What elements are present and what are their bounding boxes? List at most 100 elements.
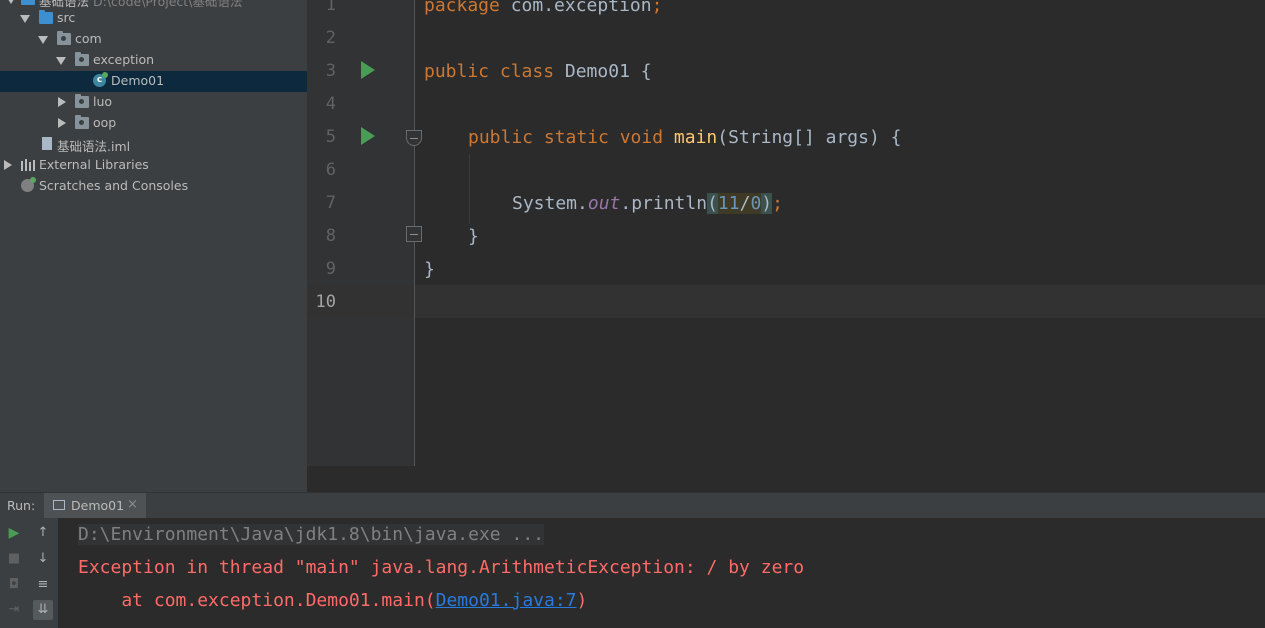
line-number: 5 xyxy=(325,127,336,147)
code-line-5: public static void main(String[] args) { xyxy=(468,127,902,148)
scratches-icon xyxy=(21,177,36,192)
tree-item-oop[interactable]: oop xyxy=(0,113,307,134)
class-declaration: Demo01 { xyxy=(554,61,652,82)
rerun-icon[interactable]: ▶ xyxy=(4,523,24,543)
tree-item-label: oop xyxy=(93,115,117,130)
expand-arrow-icon[interactable] xyxy=(38,36,48,44)
tree-item-label: luo xyxy=(93,94,113,109)
module-folder-icon xyxy=(21,0,35,5)
number-literal: 0 xyxy=(750,193,762,214)
expand-arrow-icon[interactable] xyxy=(20,15,30,23)
method-call: .println xyxy=(620,193,708,214)
close-tab-icon[interactable]: × xyxy=(127,497,138,512)
tree-item-label: exception xyxy=(93,52,155,67)
console-icon xyxy=(53,500,65,510)
tree-item-label: src xyxy=(57,10,76,25)
line-number: 1 xyxy=(325,0,336,15)
tree-item-label: 基础语法.iml xyxy=(57,139,131,154)
run-tool-window-header: Run: Demo01 × xyxy=(0,492,1265,519)
tree-item-iml[interactable]: 基础语法.iml xyxy=(0,134,307,155)
collapse-arrow-icon[interactable] xyxy=(58,118,66,128)
tree-item-demo01[interactable]: c Demo01 xyxy=(0,71,307,92)
paren-close: ) xyxy=(761,193,773,214)
line-number: 4 xyxy=(325,94,336,114)
paren-open: ( xyxy=(707,193,718,214)
package-name: com.exception xyxy=(499,0,652,16)
tree-item-src[interactable]: src xyxy=(0,8,307,29)
number-literal: 11 xyxy=(717,193,740,214)
tree-item-com[interactable]: com xyxy=(0,29,307,50)
code-line-9: } xyxy=(424,259,435,280)
line-number: 9 xyxy=(325,259,336,279)
tree-item-label: Demo01 xyxy=(111,73,165,88)
console-command-line: D:\Environment\Java\jdk1.8\bin\java.exe … xyxy=(78,524,544,545)
arrow-up-icon[interactable]: ↑ xyxy=(33,523,53,543)
line-number: 8 xyxy=(325,226,336,246)
keyword: public class xyxy=(424,61,555,82)
run-tab-label: Demo01 xyxy=(71,498,125,513)
fold-marker-icon[interactable] xyxy=(406,130,422,146)
line-number: 3 xyxy=(325,61,336,81)
method-name: main xyxy=(663,127,718,148)
run-main-gutter-icon[interactable] xyxy=(361,127,375,145)
library-icon xyxy=(21,159,35,171)
java-class-icon: c xyxy=(93,72,108,87)
keyword: public static void xyxy=(468,127,664,148)
tree-item-label: com xyxy=(75,31,102,46)
code-line-7: System.out.println(11/0); xyxy=(512,193,783,214)
tree-item-external-libraries[interactable]: External Libraries xyxy=(0,155,307,176)
console-exception-line: Exception in thread "main" java.lang.Ari… xyxy=(78,557,805,578)
line-number: 6 xyxy=(325,160,336,180)
collapse-arrow-icon[interactable] xyxy=(58,97,66,107)
indent-guide xyxy=(469,154,470,224)
exit-icon[interactable]: ⇥ xyxy=(4,600,24,620)
scroll-to-end-icon[interactable]: ⇊ xyxy=(33,600,53,620)
tree-item-exception[interactable]: exception xyxy=(0,50,307,71)
line-number: 7 xyxy=(325,193,336,213)
project-tree: 基础语法 D:\code\Project\基础语法 src com except… xyxy=(0,0,307,492)
arrow-down-icon[interactable]: ↓ xyxy=(33,549,53,569)
brace: } xyxy=(424,259,435,280)
current-line-highlight xyxy=(307,285,1265,318)
expand-arrow-icon[interactable] xyxy=(6,0,16,4)
tree-item-label: External Libraries xyxy=(39,157,149,172)
run-tab-demo01[interactable]: Demo01 × xyxy=(44,493,146,519)
stacktrace-suffix: ) xyxy=(576,590,588,611)
expand-arrow-icon[interactable] xyxy=(56,57,66,65)
run-label: Run: xyxy=(7,498,36,513)
package-icon xyxy=(75,52,89,66)
stacktrace-source-link[interactable]: Demo01.java:7 xyxy=(436,590,577,611)
operator: / xyxy=(739,193,751,214)
semicolon: ; xyxy=(651,0,663,16)
console-stacktrace-line: at com.exception.Demo01.main(Demo01.java… xyxy=(78,590,587,611)
tree-item-scratches[interactable]: Scratches and Consoles xyxy=(0,176,307,197)
line-number: 10 xyxy=(315,292,336,312)
code-line-1: package com.exception; xyxy=(424,0,662,16)
stop-icon[interactable]: ■ xyxy=(4,549,24,569)
semicolon: ; xyxy=(772,193,783,214)
editor-bottom-area xyxy=(0,466,1265,492)
code-line-8: } xyxy=(468,226,479,247)
brace: } xyxy=(468,226,479,247)
tree-item-label: Scratches and Consoles xyxy=(39,178,189,193)
tree-item-luo[interactable]: luo xyxy=(0,92,307,113)
package-icon xyxy=(75,115,89,129)
camera-icon[interactable]: ◘ xyxy=(4,575,24,595)
fold-marker-icon[interactable] xyxy=(406,226,422,242)
class-ref: System. xyxy=(512,193,588,214)
soft-wrap-icon[interactable]: ≡ xyxy=(33,575,53,595)
package-icon xyxy=(57,31,71,45)
method-params: (String[] args) { xyxy=(717,127,902,148)
console-output[interactable]: D:\Environment\Java\jdk1.8\bin\java.exe … xyxy=(58,518,1265,628)
package-icon xyxy=(75,94,89,108)
keyword: package xyxy=(424,0,500,16)
source-folder-icon xyxy=(39,10,53,24)
iml-file-icon xyxy=(42,137,52,150)
run-class-gutter-icon[interactable] xyxy=(361,61,375,79)
static-field: out xyxy=(587,193,621,214)
line-number: 2 xyxy=(325,28,336,48)
collapse-arrow-icon[interactable] xyxy=(4,160,12,170)
stacktrace-prefix: at com.exception.Demo01.main( xyxy=(78,590,436,611)
run-toolbar: ▶ ↑ ■ ↓ ◘ ≡ ⇥ ⇊ xyxy=(0,518,58,628)
code-line-3: public class Demo01 { xyxy=(424,61,652,82)
